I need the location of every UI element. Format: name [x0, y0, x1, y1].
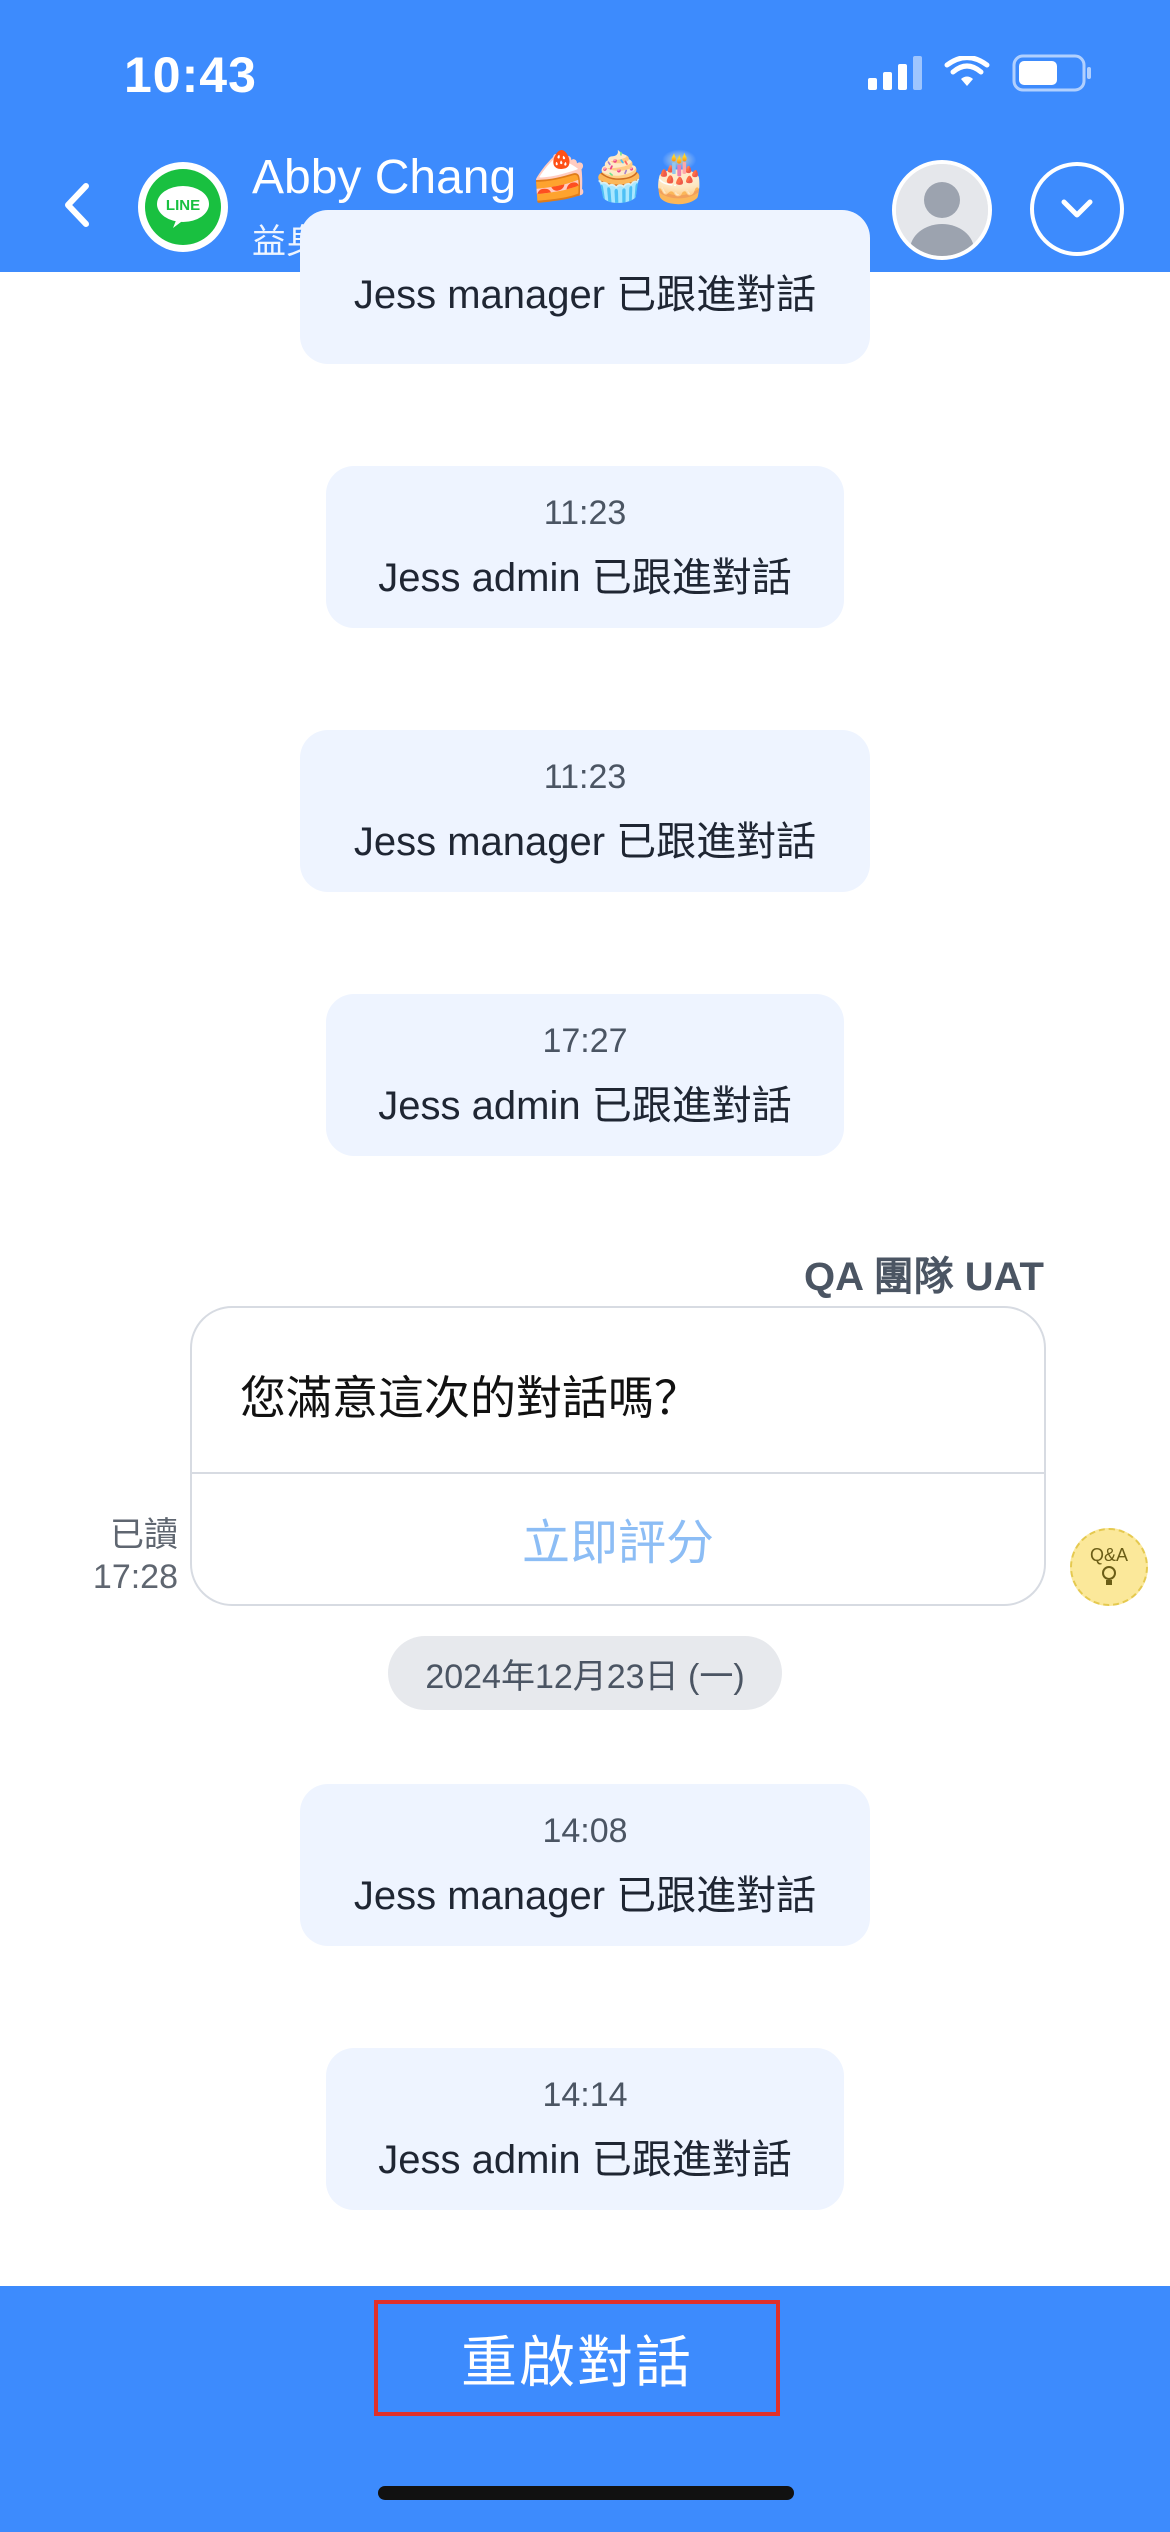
- system-message: 11:23 Jess admin 已跟進對話: [326, 466, 844, 628]
- qa-bot-avatar[interactable]: Q&A: [1070, 1528, 1148, 1606]
- message-text: Jess manager 已跟進對話: [353, 820, 817, 864]
- message-text: Jess admin 已跟進對話: [378, 1084, 792, 1128]
- system-message: 14:08 Jess manager 已跟進對話: [300, 1784, 870, 1946]
- message-time: 17:27: [542, 1022, 628, 1060]
- message-text: Jess manager 已跟進對話: [353, 273, 817, 317]
- read-receipt: 已讀 17:28: [60, 1514, 178, 1598]
- survey-question: 您滿意這次的對話嗎？: [192, 1308, 1044, 1474]
- message-text: Jess admin 已跟進對話: [378, 2138, 792, 2182]
- status-time: 10:43: [124, 47, 257, 103]
- line-logo-icon: LINE: [145, 169, 221, 245]
- message-time: 11:23: [543, 758, 627, 796]
- system-message: 11:23 Jess manager 已跟進對話: [300, 730, 870, 892]
- message-text: Jess admin 已跟進對話: [378, 556, 792, 600]
- survey-card: 您滿意這次的對話嗎？ 立即評分: [190, 1306, 1046, 1606]
- home-indicator[interactable]: [378, 2486, 794, 2500]
- survey-sender: QA 團隊 UAT: [804, 1255, 1044, 1299]
- back-chevron-icon[interactable]: [62, 182, 92, 228]
- date-separator: 2024年12月23日 (一): [388, 1636, 782, 1710]
- avatar-icon[interactable]: [892, 160, 992, 260]
- read-label: 已讀: [110, 1516, 178, 1554]
- wifi-icon: [944, 56, 990, 86]
- status-icons: [868, 54, 1094, 92]
- system-message: 17:27 Jess admin 已跟進對話: [326, 994, 844, 1156]
- chevron-down-icon: [1061, 199, 1093, 218]
- read-time: 17:28: [92, 1558, 178, 1596]
- battery-icon: [1012, 54, 1091, 92]
- cellular-signal-icon: [868, 56, 922, 90]
- rate-now-button[interactable]: 立即評分: [192, 1474, 1044, 1602]
- system-message: Jess manager 已跟進對話: [300, 210, 870, 364]
- lightbulb-icon: [1102, 1566, 1116, 1585]
- line-channel-badge: LINE: [138, 162, 228, 252]
- qa-badge-text: Q&A: [1089, 1545, 1128, 1565]
- dropdown-button[interactable]: [1030, 162, 1124, 256]
- message-text: Jess manager 已跟進對話: [353, 1874, 817, 1918]
- message-time: 11:23: [543, 494, 627, 532]
- message-time: 14:14: [542, 2076, 628, 2114]
- reopen-conversation-button[interactable]: 重啟對話: [374, 2300, 780, 2416]
- message-time: 14:08: [542, 1812, 628, 1850]
- line-logo-text: LINE: [166, 197, 200, 214]
- contact-name[interactable]: Abby Chang 🍰🧁🎂: [252, 148, 709, 205]
- system-message: 14:14 Jess admin 已跟進對話: [326, 2048, 844, 2210]
